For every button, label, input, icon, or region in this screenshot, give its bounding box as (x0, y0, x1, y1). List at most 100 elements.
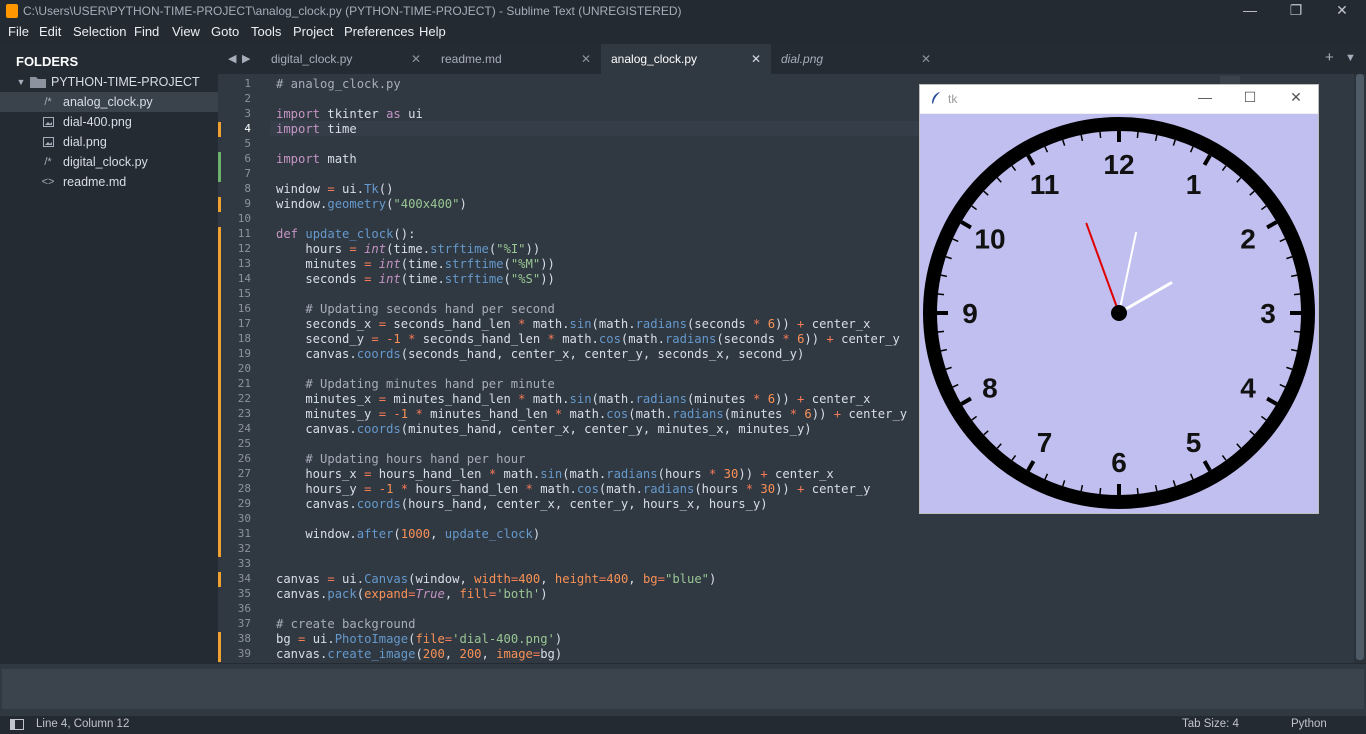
clock-numeral: 8 (982, 373, 998, 404)
minute-tick (1249, 190, 1255, 196)
line-number: 14 (237, 272, 251, 285)
code-line: def update_clock(): (276, 227, 416, 241)
console-input[interactable] (2, 669, 1364, 709)
minute-tick (1279, 238, 1286, 243)
restore-button[interactable]: ❐ (1273, 0, 1319, 22)
git-change-marker (218, 482, 221, 497)
editor-scrollbar[interactable] (1354, 74, 1366, 663)
tab-label: digital_clock.py (271, 52, 353, 66)
git-change-marker (218, 542, 221, 557)
code-line: bg = ui.PhotoImage(file='dial-400.png') (276, 632, 563, 646)
menu-project[interactable]: Project (293, 24, 333, 39)
minute-tick (1044, 473, 1049, 480)
clock-numeral: 1 (1186, 169, 1202, 200)
menu-tools[interactable]: Tools (251, 24, 281, 39)
close-icon[interactable]: ✕ (411, 44, 421, 74)
menu-view[interactable]: View (172, 24, 200, 39)
hour-tick (960, 396, 972, 406)
minute-tick (996, 177, 1002, 183)
tab-size[interactable]: Tab Size: 4 (1182, 718, 1239, 730)
minute-tick (940, 274, 948, 278)
tab-digital-clock[interactable]: digital_clock.py ✕ (261, 44, 431, 74)
tk-window[interactable]: tk — ☐ ✕ 12 1 2 3 4 5 6 7 8 9 10 11 (919, 84, 1319, 514)
chevron-down-icon[interactable]: ▼ (13, 72, 29, 92)
menu-preferences[interactable]: Preferences (344, 24, 414, 39)
panel-toggle-icon[interactable] (10, 719, 24, 733)
cursor-position[interactable]: Line 4, Column 12 (36, 718, 129, 730)
menu-goto[interactable]: Goto (211, 24, 239, 39)
git-change-marker (218, 467, 221, 482)
sidebar-item-label: readme.md (63, 175, 127, 189)
project-folder-label: PYTHON-TIME-PROJECT (51, 75, 200, 89)
menu-help[interactable]: Help (419, 24, 446, 39)
menu-file[interactable]: File (8, 24, 29, 39)
line-number: 6 (244, 152, 251, 165)
minute-tick (1172, 480, 1176, 487)
new-tab-icon[interactable]: + (1325, 49, 1334, 66)
minute-tick (996, 443, 1002, 449)
git-change-marker (218, 122, 221, 137)
line-number: 34 (237, 572, 251, 585)
code-line: # Updating minutes hand per minute (276, 377, 555, 391)
tab-analog-clock[interactable]: analog_clock.py ✕ (601, 44, 771, 74)
git-change-marker (218, 332, 221, 347)
minimize-button[interactable]: — (1227, 0, 1273, 22)
clock-numeral: 12 (1103, 149, 1134, 180)
syntax-mode[interactable]: Python (1291, 718, 1327, 730)
line-number: 15 (237, 287, 251, 300)
sidebar-item-analog-clock[interactable]: /* analog_clock.py (0, 92, 218, 112)
code-line: canvas = ui.Canvas(window, width=400, he… (276, 572, 717, 586)
tk-maximize-button[interactable]: ☐ (1235, 89, 1265, 106)
minute-tick (1080, 484, 1084, 492)
menu-selection[interactable]: Selection (73, 24, 126, 39)
menu-bar: File Edit Selection Find View Goto Tools… (0, 22, 1366, 42)
minute-tick (1260, 415, 1267, 421)
close-icon[interactable]: ✕ (751, 44, 761, 74)
seconds-hand (1085, 222, 1120, 314)
code-line: second_y = -1 * seconds_hand_len * math.… (276, 332, 900, 346)
line-number: 29 (237, 497, 251, 510)
line-number: 32 (237, 542, 251, 555)
tab-next-icon[interactable]: ▶ (242, 52, 250, 65)
minute-tick (1136, 487, 1139, 495)
tk-close-button[interactable]: ✕ (1281, 89, 1311, 106)
line-number: 25 (237, 437, 251, 450)
minute-tick (1290, 348, 1298, 352)
minute-tick (1062, 480, 1066, 487)
clock-numeral: 11 (1030, 169, 1060, 200)
tab-readme[interactable]: readme.md ✕ (431, 44, 601, 74)
close-button[interactable]: ✕ (1319, 0, 1365, 22)
git-change-marker (218, 392, 221, 407)
sidebar: FOLDERS ▼ PYTHON-TIME-PROJECT /* analog_… (0, 42, 218, 663)
minute-tick (1172, 139, 1176, 146)
sublime-logo-icon (6, 4, 18, 18)
tk-minimize-button[interactable]: — (1190, 89, 1220, 105)
minute-tick (1099, 131, 1102, 139)
sidebar-item-dial[interactable]: dial.png (0, 132, 218, 152)
sidebar-item-digital-clock[interactable]: /* digital_clock.py (0, 152, 218, 172)
clock-numeral: 3 (1260, 298, 1276, 329)
git-change-marker (218, 512, 221, 527)
menu-find[interactable]: Find (134, 24, 159, 39)
git-change-marker (218, 527, 221, 542)
scrollbar-thumb[interactable] (1356, 74, 1364, 660)
sidebar-item-dial-400[interactable]: dial-400.png (0, 112, 218, 132)
git-change-marker (218, 302, 221, 317)
line-number: 22 (237, 392, 251, 405)
tab-dial-png[interactable]: dial.png ✕ (771, 44, 941, 74)
minute-tick (1290, 274, 1298, 278)
close-icon[interactable]: ✕ (581, 44, 591, 74)
menu-edit[interactable]: Edit (39, 24, 61, 39)
code-line: canvas.coords(hours_hand, center_x, cent… (276, 497, 768, 511)
project-folder[interactable]: ▼ PYTHON-TIME-PROJECT (0, 72, 218, 92)
line-number: 35 (237, 587, 251, 600)
line-number: 3 (244, 107, 251, 120)
sidebar-item-readme[interactable]: <> readme.md (0, 172, 218, 192)
tab-prev-icon[interactable]: ◀ (228, 52, 236, 65)
tab-list-icon[interactable]: ▼ (1345, 52, 1356, 64)
tk-title-bar: tk — ☐ ✕ (920, 85, 1318, 113)
close-icon[interactable]: ✕ (921, 44, 931, 74)
status-bar: Line 4, Column 12 Tab Size: 4 Python (0, 716, 1366, 734)
hour-tick (1026, 460, 1036, 472)
line-number: 12 (237, 242, 251, 255)
